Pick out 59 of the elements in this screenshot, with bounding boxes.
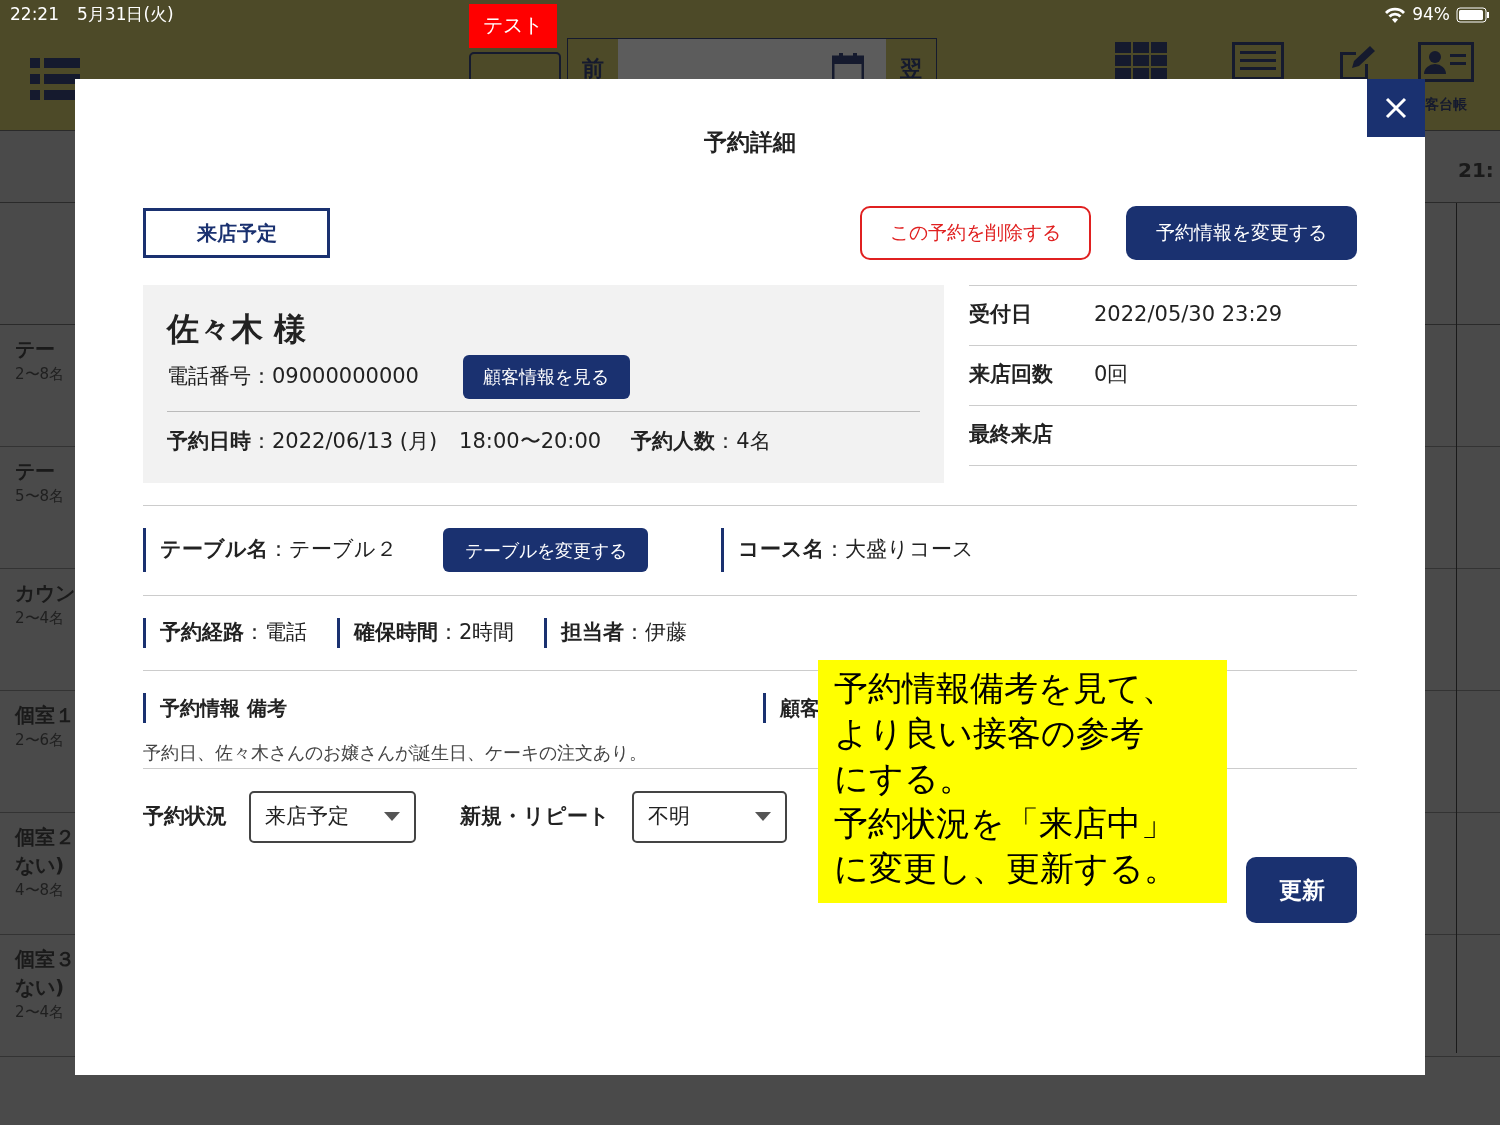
field-label: 予約日時 — [167, 427, 251, 455]
field-label: 担当者 — [561, 618, 625, 646]
detail-value: 電話 — [265, 618, 307, 646]
separator: ： — [824, 536, 845, 564]
menu-icon[interactable] — [30, 58, 80, 100]
separator: ： — [244, 618, 265, 646]
view-customer-button[interactable]: 顧客情報を見る — [463, 354, 630, 399]
dropdown-select[interactable]: 不明 — [632, 790, 787, 843]
info-label: 受付日 — [969, 301, 1033, 329]
info-value: 0回 — [1094, 361, 1129, 389]
separator: ： — [624, 618, 646, 646]
wifi-icon — [1384, 7, 1407, 23]
update-button[interactable]: 更新 — [1246, 857, 1357, 923]
info-value: 2022/05/30 23:29 — [1094, 301, 1283, 329]
reservation-time: 18:00〜20:00 — [459, 427, 602, 455]
field-label: 新規・リピート — [460, 802, 610, 830]
party-size: 4名 — [736, 427, 771, 455]
dialog-title: 予約詳細 — [704, 128, 796, 157]
separator: ： — [251, 427, 272, 455]
table-value: テーブル２ — [289, 536, 397, 564]
separator: ： — [268, 536, 289, 564]
close-icon — [1385, 97, 1407, 119]
test-badge: テスト — [469, 4, 557, 48]
dropdown-caret-icon — [755, 812, 771, 821]
close-button[interactable] — [1367, 79, 1425, 137]
detail-value: 2時間 — [459, 618, 515, 646]
battery-icon — [1456, 7, 1490, 23]
status-date: 5月31日(火) — [77, 3, 174, 27]
change-table-button[interactable]: テーブルを変更する — [443, 528, 648, 572]
annotation-line: 予約状況を「来店中」 — [834, 802, 1175, 845]
delete-reservation-button[interactable]: この予約を削除する — [860, 205, 1091, 260]
field-label: 予約状況 — [143, 802, 227, 830]
field-label: 顧客 — [780, 694, 820, 722]
reservation-date: 2022/06/13 (月) — [272, 427, 438, 455]
course-value: 大盛りコース — [845, 536, 974, 564]
status-time: 22:21 — [10, 3, 59, 27]
list-view-icon[interactable] — [1232, 42, 1284, 80]
field-label: テーブル名 — [160, 536, 268, 564]
field-label: 確保時間 — [354, 618, 438, 646]
field-label: 予約経路 — [160, 618, 244, 646]
field-label: 予約情報 備考 — [160, 694, 287, 722]
separator: ： — [438, 618, 459, 646]
dropdown-caret-icon — [384, 812, 400, 821]
detail-value: 伊藤 — [645, 618, 688, 646]
info-label: 最終来店 — [969, 421, 1054, 449]
separator: ： — [715, 427, 737, 455]
edit-icon[interactable] — [1338, 46, 1376, 80]
phone-number: 電話番号：09000000000 — [167, 362, 419, 390]
dropdown-select[interactable]: 来店予定 — [249, 790, 416, 843]
grid-view-icon[interactable] — [1115, 42, 1167, 80]
battery-percent: 94% — [1412, 3, 1450, 27]
info-label: 来店回数 — [969, 361, 1054, 389]
field-label: 予約人数 — [631, 428, 716, 453]
status-badge: 来店予定 — [143, 207, 330, 258]
customer-name: 佐々木 様 — [167, 308, 308, 349]
field-label: コース名 — [738, 536, 824, 564]
annotation-line: 予約情報備考を見て、 — [834, 667, 1176, 710]
edit-reservation-button[interactable]: 予約情報を変更する — [1126, 205, 1357, 260]
annotation-line: に変更し、更新する。 — [834, 847, 1178, 890]
